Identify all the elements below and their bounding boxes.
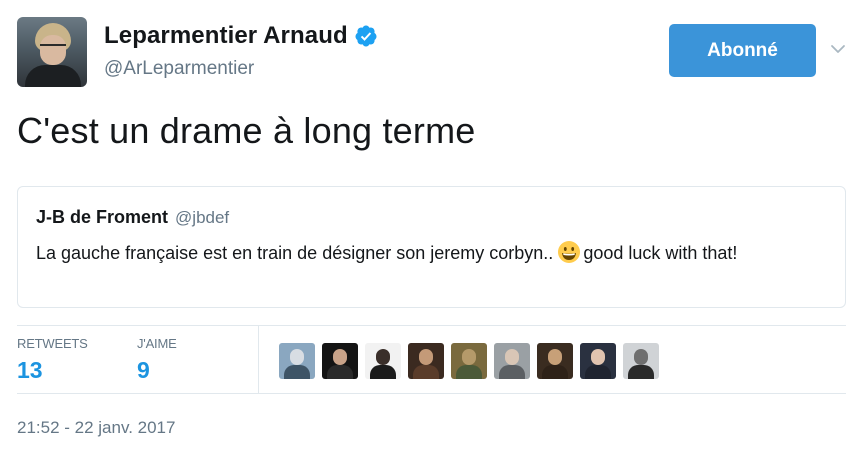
- tweet-text: C'est un drame à long terme: [17, 110, 476, 151]
- quoted-tweet-card[interactable]: J-B de Froment @jbdef La gauche français…: [17, 186, 846, 308]
- liker-avatar[interactable]: [494, 343, 530, 379]
- author-display-name[interactable]: Leparmentier Arnaud: [104, 22, 348, 50]
- stats-bottom-divider: [17, 393, 846, 394]
- retweets-stat[interactable]: RETWEETS 13: [17, 336, 88, 384]
- liker-avatar[interactable]: [279, 343, 315, 379]
- author-name-row: Leparmentier Arnaud: [104, 22, 378, 50]
- likes-label: J'AIME: [137, 336, 177, 351]
- quoted-author-name: J-B de Froment: [36, 207, 169, 227]
- liker-avatar[interactable]: [408, 343, 444, 379]
- liker-avatar[interactable]: [322, 343, 358, 379]
- author-handle[interactable]: @ArLeparmentier: [104, 58, 254, 80]
- retweets-count: 13: [17, 357, 43, 383]
- likes-count: 9: [137, 357, 150, 383]
- chevron-down-icon[interactable]: [829, 40, 847, 58]
- likes-stat[interactable]: J'AIME 9: [137, 336, 177, 384]
- retweets-label: RETWEETS: [17, 336, 88, 351]
- liker-avatar[interactable]: [580, 343, 616, 379]
- quoted-text-before-emoji: La gauche française est en train de dési…: [36, 243, 554, 263]
- stats-top-divider: [17, 325, 846, 326]
- liker-avatar[interactable]: [451, 343, 487, 379]
- quoted-tweet-header: J-B de Froment @jbdef: [36, 207, 229, 228]
- stats-separator: [258, 326, 259, 393]
- liker-avatar[interactable]: [537, 343, 573, 379]
- tweet-card: Leparmentier Arnaud @ArLeparmentier Abon…: [0, 0, 862, 454]
- likers-avatar-list: [279, 343, 659, 379]
- quoted-text-after-emoji: good luck with that!: [583, 243, 738, 263]
- grinning-face-emoji-icon: [558, 241, 581, 263]
- quoted-author-handle: @jbdef: [175, 208, 230, 227]
- following-button[interactable]: Abonné: [669, 24, 816, 77]
- tweet-timestamp[interactable]: 21:52 - 22 janv. 2017: [17, 418, 175, 438]
- liker-avatar[interactable]: [365, 343, 401, 379]
- liker-avatar[interactable]: [623, 343, 659, 379]
- author-avatar[interactable]: [17, 17, 87, 87]
- quoted-tweet-text: La gauche française est en train de dési…: [36, 239, 816, 268]
- verified-badge-icon: [355, 25, 377, 47]
